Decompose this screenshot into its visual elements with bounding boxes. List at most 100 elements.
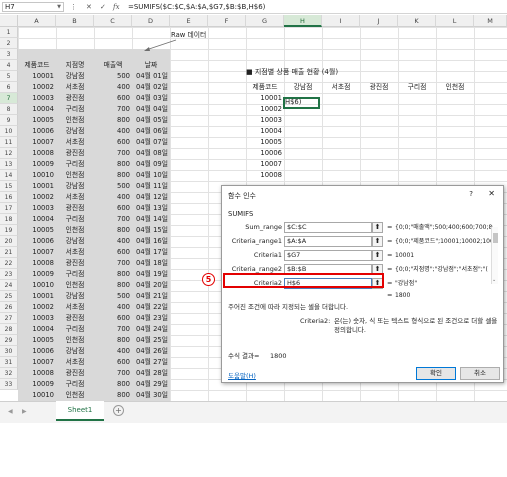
raw-table-cell[interactable]: 600 xyxy=(94,313,132,324)
raw-table-cell[interactable]: 10008 xyxy=(18,368,56,379)
help-link[interactable]: 도움말(H) xyxy=(228,370,256,380)
row-header-19[interactable]: 19 xyxy=(0,225,18,236)
raw-table-cell[interactable]: 600 xyxy=(94,137,132,148)
column-header-c[interactable]: C xyxy=(94,15,132,27)
range-picker-icon[interactable]: ⬆ xyxy=(372,250,383,261)
raw-table-cell[interactable]: 500 xyxy=(94,71,132,82)
raw-table-cell[interactable]: 04월 12일 xyxy=(132,192,170,203)
raw-table-cell[interactable]: 800 xyxy=(94,115,132,126)
raw-table-cell[interactable]: 04월 04일 xyxy=(132,104,170,115)
raw-table-cell[interactable]: 10004 xyxy=(18,104,56,115)
raw-table-cell[interactable]: 04월 19일 xyxy=(132,269,170,280)
raw-table-cell[interactable]: 04월 22일 xyxy=(132,302,170,313)
raw-table-cell[interactable]: 800 xyxy=(94,269,132,280)
raw-table-cell[interactable]: 10005 xyxy=(18,225,56,236)
arg-input[interactable]: $G7 xyxy=(284,250,372,261)
raw-table-cell[interactable]: 강남점 xyxy=(56,236,94,247)
raw-table-cell[interactable]: 400 xyxy=(94,192,132,203)
raw-table-cell[interactable]: 700 xyxy=(94,324,132,335)
raw-table-cell[interactable]: 광진점 xyxy=(56,148,94,159)
arg-input[interactable]: $C:$C xyxy=(284,222,372,233)
name-box[interactable]: H7 ▼ xyxy=(2,2,64,12)
raw-table-cell[interactable]: 10001 xyxy=(18,291,56,302)
raw-table-cell[interactable]: 04월 18일 xyxy=(132,258,170,269)
raw-table-cell[interactable]: 10008 xyxy=(18,258,56,269)
raw-table-cell[interactable]: 04월 17일 xyxy=(132,247,170,258)
row-header-18[interactable]: 18 xyxy=(0,214,18,225)
column-header-b[interactable]: B xyxy=(56,15,94,27)
raw-table-cell[interactable]: 10003 xyxy=(18,93,56,104)
column-header-d[interactable]: D xyxy=(132,15,170,27)
raw-table-cell[interactable]: 800 xyxy=(94,335,132,346)
raw-table-cell[interactable]: 10001 xyxy=(18,181,56,192)
raw-table-cell[interactable]: 400 xyxy=(94,82,132,93)
chevron-down-icon[interactable]: ▼ xyxy=(57,3,61,12)
prev-sheet-icon[interactable]: ◀ xyxy=(8,408,13,415)
row-header-2[interactable]: 2 xyxy=(0,38,18,49)
raw-table-cell[interactable]: 10002 xyxy=(18,192,56,203)
row-header-4[interactable]: 4 xyxy=(0,60,18,71)
summary-code-cell[interactable]: 10001 xyxy=(246,93,284,104)
raw-table-cell[interactable]: 04월 06일 xyxy=(132,126,170,137)
next-sheet-icon[interactable]: ▶ xyxy=(22,408,27,415)
raw-table-cell[interactable]: 구리점 xyxy=(56,379,94,390)
raw-table-cell[interactable]: 700 xyxy=(94,258,132,269)
raw-table-cell[interactable]: 04월 20일 xyxy=(132,280,170,291)
row-header-6[interactable]: 6 xyxy=(0,82,18,93)
raw-table-cell[interactable]: 강남점 xyxy=(56,126,94,137)
raw-table-cell[interactable]: 서초점 xyxy=(56,82,94,93)
raw-table-cell[interactable]: 10009 xyxy=(18,379,56,390)
raw-table-cell[interactable]: 인천점 xyxy=(56,115,94,126)
raw-table-cell[interactable]: 04월 21일 xyxy=(132,291,170,302)
cancel-icon[interactable]: ✕ xyxy=(86,2,92,12)
raw-table-cell[interactable]: 10009 xyxy=(18,269,56,280)
raw-table-cell[interactable]: 04월 23일 xyxy=(132,313,170,324)
formula-input[interactable]: =SUMIFS($C:$C,$A:$A,$G7,$B:$B,H$6) xyxy=(128,2,265,12)
row-header-15[interactable]: 15 xyxy=(0,181,18,192)
arguments-scrollbar[interactable]: ⌄ xyxy=(491,227,498,284)
ok-button[interactable]: 확인 xyxy=(416,367,456,380)
row-header-7[interactable]: 7 xyxy=(0,93,18,104)
raw-table-cell[interactable]: 10006 xyxy=(18,346,56,357)
raw-table-cell[interactable]: 강남점 xyxy=(56,71,94,82)
raw-table-cell[interactable]: 강남점 xyxy=(56,291,94,302)
row-header-29[interactable]: 29 xyxy=(0,335,18,346)
raw-table-cell[interactable]: 800 xyxy=(94,159,132,170)
range-picker-icon[interactable]: ⬆ xyxy=(372,236,383,247)
raw-table-cell[interactable]: 구리점 xyxy=(56,269,94,280)
raw-table-cell[interactable]: 10003 xyxy=(18,203,56,214)
raw-table-cell[interactable]: 400 xyxy=(94,346,132,357)
summary-code-cell[interactable]: 10006 xyxy=(246,148,284,159)
raw-table-cell[interactable]: 400 xyxy=(94,126,132,137)
raw-table-cell[interactable]: 인천점 xyxy=(56,390,94,401)
row-header-9[interactable]: 9 xyxy=(0,115,18,126)
raw-table-cell[interactable]: 10007 xyxy=(18,357,56,368)
raw-table-cell[interactable]: 04월 01일 xyxy=(132,71,170,82)
raw-table-cell[interactable]: 인천점 xyxy=(56,170,94,181)
chevron-down-icon[interactable]: ⌄ xyxy=(492,277,496,283)
row-header-26[interactable]: 26 xyxy=(0,302,18,313)
row-header-25[interactable]: 25 xyxy=(0,291,18,302)
raw-table-cell[interactable]: 10005 xyxy=(18,335,56,346)
raw-table-cell[interactable]: 10002 xyxy=(18,82,56,93)
raw-table-cell[interactable]: 10006 xyxy=(18,236,56,247)
raw-table-cell[interactable]: 700 xyxy=(94,104,132,115)
raw-table-cell[interactable]: 04월 14일 xyxy=(132,214,170,225)
raw-table-cell[interactable]: 700 xyxy=(94,148,132,159)
row-header-23[interactable]: 23 xyxy=(0,269,18,280)
summary-code-cell[interactable]: 10004 xyxy=(246,126,284,137)
raw-table-cell[interactable]: 구리점 xyxy=(56,104,94,115)
raw-table-cell[interactable]: 800 xyxy=(94,225,132,236)
raw-table-cell[interactable]: 광진점 xyxy=(56,313,94,324)
raw-table-cell[interactable]: 04월 05일 xyxy=(132,115,170,126)
raw-table-cell[interactable]: 10005 xyxy=(18,115,56,126)
summary-code-cell[interactable]: 10005 xyxy=(246,137,284,148)
raw-table-cell[interactable]: 10010 xyxy=(18,280,56,291)
active-cell-h7[interactable]: H$6) xyxy=(285,97,319,108)
summary-code-cell[interactable]: 10003 xyxy=(246,115,284,126)
arg-input[interactable]: $A:$A xyxy=(284,236,372,247)
raw-table-cell[interactable]: 04월 24일 xyxy=(132,324,170,335)
raw-table-cell[interactable]: 04월 25일 xyxy=(132,335,170,346)
raw-table-cell[interactable]: 04월 10일 xyxy=(132,170,170,181)
select-all-corner[interactable] xyxy=(0,15,18,27)
